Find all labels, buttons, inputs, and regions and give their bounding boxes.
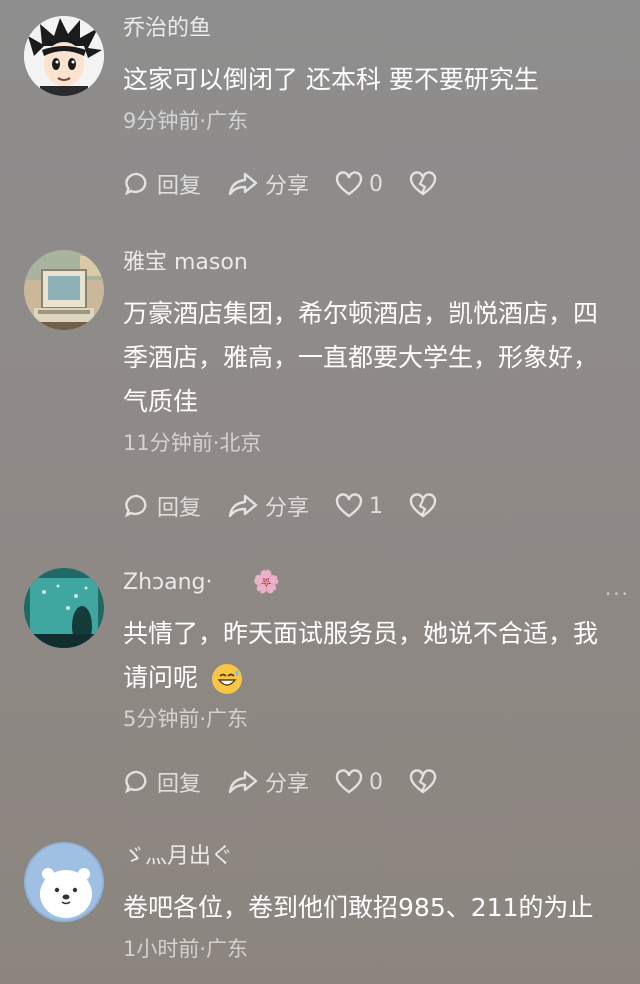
more-options-button[interactable]: ··· (605, 582, 630, 606)
comment-actions: 回复 分享 0 (123, 166, 620, 202)
like-button[interactable]: 1 (335, 493, 383, 519)
dislike-button[interactable] (409, 493, 437, 519)
comment-meta: 5分钟前·广东 (123, 707, 249, 731)
comment-text: 这家可以倒闭了 还本科 要不要研究生 (123, 65, 539, 94)
avatar[interactable] (24, 16, 104, 96)
username-text: Zhɔang· (123, 570, 213, 595)
share-label: 分享 (265, 496, 310, 521)
share-label: 分享 (265, 772, 310, 797)
dislike-button[interactable] (409, 769, 437, 795)
like-count: 0 (369, 171, 384, 197)
avatar[interactable] (24, 250, 104, 330)
heart-icon (335, 769, 363, 794)
reply-bubble-icon (124, 172, 147, 196)
share-label: 分享 (265, 174, 310, 199)
reply-button[interactable]: 回复 (123, 766, 201, 798)
share-button[interactable]: 分享 (227, 490, 309, 522)
comment-text-content: 共情了，昨天面试服务员，她说不合适，我请问呢 (123, 619, 599, 692)
flower-emoji: 🌸 (252, 570, 280, 595)
sweat-smile-face (212, 665, 241, 693)
username[interactable]: 乔治的鱼 (123, 14, 620, 44)
avatar[interactable] (24, 842, 104, 922)
reply-button[interactable]: 回复 (123, 490, 201, 522)
reply-bubble-icon (124, 770, 147, 794)
comment-text: 万豪酒店集团，希尔顿酒店，凯悦酒店，四季酒店，雅高，一直都要大学生，形象好，气质… (123, 299, 599, 416)
heart-icon (335, 493, 363, 518)
comment-actions: 回复 分享 0 (123, 764, 620, 800)
comment-feed: 乔治的鱼 这家可以倒闭了 还本科 要不要研究生 9分钟前·广东 回复 分享 0 (0, 0, 640, 984)
username[interactable]: 雅宝 mason (123, 248, 620, 278)
broken-heart-icon (409, 493, 437, 518)
broken-heart-icon (409, 171, 437, 196)
polar-bear-icon (24, 842, 104, 922)
share-arrow-icon (228, 494, 258, 518)
share-arrow-icon (228, 172, 258, 196)
dislike-button[interactable] (409, 171, 437, 197)
username[interactable]: Zhɔang· 🌸 (123, 568, 620, 598)
retro-computer-icon (24, 250, 104, 330)
comment-meta: 11分钟前·北京 (123, 431, 262, 455)
comment-actions: 回复 分享 1 (123, 488, 620, 524)
comment-text: 共情了，昨天面试服务员，她说不合适，我请问呢 (123, 612, 620, 700)
reply-button[interactable]: 回复 (123, 168, 201, 200)
reply-label: 回复 (157, 772, 202, 797)
like-button[interactable]: 0 (335, 769, 383, 795)
avatar[interactable] (24, 568, 104, 648)
heart-icon (335, 171, 363, 196)
comment-meta: 1小时前·广东 (123, 937, 249, 961)
share-button[interactable]: 分享 (227, 168, 309, 200)
sweat-smile-emoji-icon (211, 664, 242, 694)
cartoon-avatar-icon (24, 16, 104, 96)
like-button[interactable]: 0 (335, 171, 383, 197)
broken-heart-icon (409, 769, 437, 794)
comment-meta: 9分钟前·广东 (123, 109, 249, 133)
like-count: 0 (369, 769, 384, 795)
comment-text: 卷吧各位，卷到他们敢招985、211的为止 (123, 893, 594, 922)
reply-bubble-icon (124, 494, 147, 518)
username[interactable]: ゞ灬月出ぐ (123, 842, 620, 872)
reply-label: 回复 (157, 496, 202, 521)
share-button[interactable]: 分享 (227, 766, 309, 798)
aquarium-icon (24, 568, 104, 648)
like-count: 1 (369, 493, 384, 519)
reply-label: 回复 (157, 174, 202, 199)
share-arrow-icon (228, 770, 258, 794)
